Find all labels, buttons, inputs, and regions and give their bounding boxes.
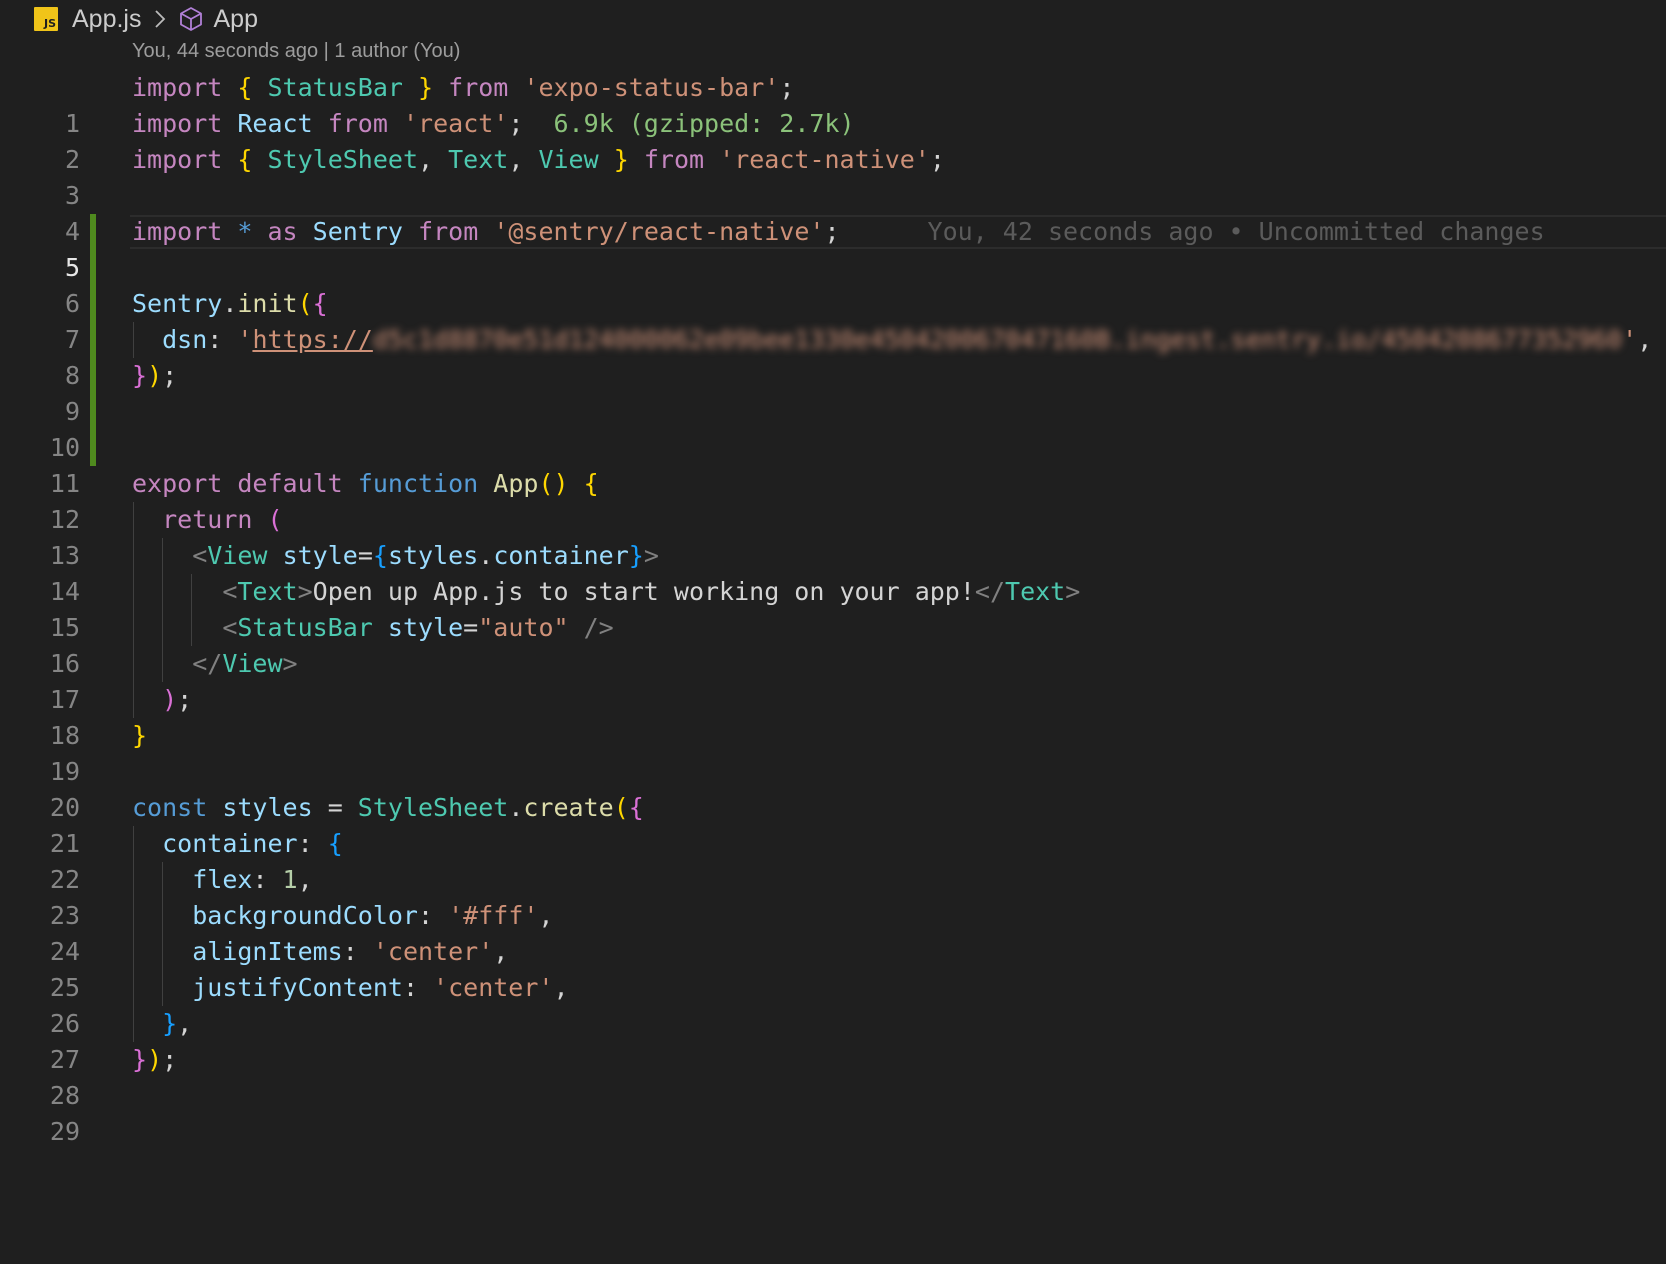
code-line[interactable]: 19 } — [0, 718, 1666, 786]
code-line[interactable]: 15 <Text>Open up App.js to start working… — [0, 574, 1666, 642]
code-line[interactable]: 2 import React from 'react'; 6.9k (gzipp… — [0, 106, 1666, 174]
import-cost-hint: 6.9k (gzipped: 2.7k) — [553, 109, 855, 138]
line-content: import { StyleSheet, Text, View } from '… — [132, 145, 945, 174]
code-line[interactable]: 28 }); — [0, 1042, 1666, 1110]
line-content: <Text>Open up App.js to start working on… — [222, 577, 1081, 606]
breadcrumb-file[interactable]: App.js — [72, 5, 141, 34]
line-content: }, — [162, 1009, 193, 1038]
line-content: } — [132, 721, 148, 750]
code-line[interactable]: 29 — [0, 1078, 1666, 1146]
code-line[interactable]: 6 — [0, 250, 1666, 318]
modified-line-indicator[interactable] — [90, 214, 96, 250]
line-content: alignItems: 'center', — [192, 937, 509, 966]
code-line[interactable]: 24 backgroundColor: '#fff', — [0, 898, 1666, 966]
line-content: }); — [132, 1045, 178, 1074]
git-blame-annotation: You, 42 seconds ago • Uncommitted change… — [927, 217, 1545, 246]
code-line[interactable]: 27 }, — [0, 1006, 1666, 1074]
line-content: export default function App() { — [132, 469, 599, 498]
codelens-author-info[interactable]: You, 44 seconds ago | 1 author (You) — [132, 40, 460, 63]
breadcrumb: JS App.js App — [34, 0, 258, 38]
code-line[interactable]: 17 </View> — [0, 646, 1666, 714]
code-line[interactable]: 11 — [0, 430, 1666, 498]
code-line[interactable]: 9 }); — [0, 358, 1666, 426]
line-content: backgroundColor: '#fff', — [192, 901, 554, 930]
line-content: flex: 1, — [192, 865, 313, 894]
line-content: </View> — [192, 649, 298, 678]
modified-line-indicator[interactable] — [90, 358, 96, 394]
line-content: ); — [162, 685, 193, 714]
line-content: return ( — [162, 505, 283, 534]
line-content: import { StatusBar } from 'expo-status-b… — [132, 73, 795, 102]
code-line[interactable]: 18 ); — [0, 682, 1666, 750]
modified-line-indicator[interactable] — [90, 394, 96, 430]
line-content: justifyContent: 'center', — [192, 973, 569, 1002]
code-line[interactable]: 13 return ( — [0, 502, 1666, 570]
line-content: Sentry.init({ — [132, 289, 328, 318]
breadcrumb-symbol[interactable]: App — [213, 5, 257, 34]
line-content: container: { — [162, 829, 343, 858]
code-line[interactable]: 20 — [0, 754, 1666, 822]
code-line[interactable]: 16 <StatusBar style="auto" /> — [0, 610, 1666, 678]
code-line[interactable]: 1 import { StatusBar } from 'expo-status… — [0, 70, 1666, 138]
modified-line-indicator[interactable] — [90, 322, 96, 358]
code-line[interactable]: 8 dsn: 'https://d5c1d8870e51d124000062e0… — [0, 322, 1666, 390]
code-line-current[interactable]: 5 import * as Sentry from '@sentry/react… — [0, 214, 1666, 282]
redacted-dsn: d5c1d8870e51d124000062e09bee1330e4504200… — [372, 325, 1623, 354]
javascript-file-icon: JS — [34, 7, 58, 31]
code-line[interactable]: 4 — [0, 178, 1666, 246]
code-line[interactable]: 23 flex: 1, — [0, 862, 1666, 930]
modified-line-indicator[interactable] — [90, 430, 96, 466]
chevron-right-icon — [147, 7, 173, 31]
code-line[interactable]: 14 <View style={styles.container}> — [0, 538, 1666, 606]
modified-line-indicator[interactable] — [90, 286, 96, 322]
code-line[interactable]: 12 export default function App() { — [0, 466, 1666, 534]
code-line[interactable]: 3 import { StyleSheet, Text, View } from… — [0, 142, 1666, 210]
modified-line-indicator[interactable] — [90, 250, 96, 286]
code-line[interactable]: 21 const styles = StyleSheet.create({ — [0, 790, 1666, 858]
line-content: dsn: 'https://d5c1d8870e51d124000062e09b… — [132, 322, 1652, 358]
line-content: <View style={styles.container}> — [192, 541, 659, 570]
code-line[interactable]: 10 — [0, 394, 1666, 462]
code-line[interactable]: 7 Sentry.init({ — [0, 286, 1666, 354]
code-editor[interactable]: 1 import { StatusBar } from 'expo-status… — [0, 70, 1666, 1146]
line-content: }); — [132, 361, 178, 390]
line-content: import * as Sentry from '@sentry/react-n… — [132, 217, 1545, 246]
line-number: 29 — [49, 1117, 80, 1146]
cube-symbol-icon — [177, 5, 205, 33]
line-content: import React from 'react'; 6.9k (gzipped… — [132, 109, 855, 138]
line-content: <StatusBar style="auto" /> — [222, 613, 614, 642]
code-line[interactable]: 26 justifyContent: 'center', — [0, 970, 1666, 1038]
code-line[interactable]: 22 container: { — [0, 826, 1666, 894]
line-content: const styles = StyleSheet.create({ — [132, 793, 644, 822]
code-line[interactable]: 25 alignItems: 'center', — [0, 934, 1666, 1002]
